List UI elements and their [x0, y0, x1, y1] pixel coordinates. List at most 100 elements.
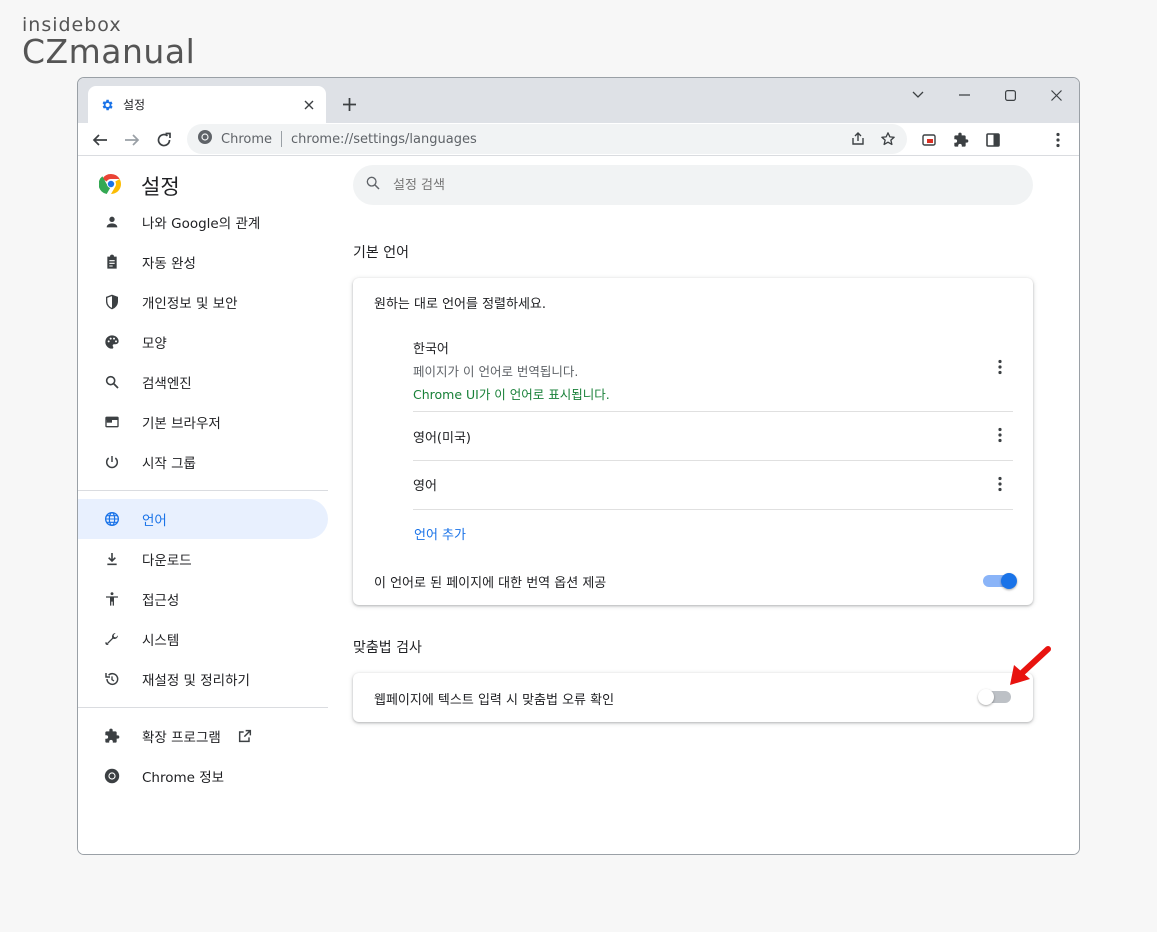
forward-icon[interactable]: [119, 127, 145, 153]
annotation-arrow-icon: [1010, 646, 1051, 685]
sidebar-item-label: 검색엔진: [142, 376, 192, 392]
settings-title: 설정: [141, 175, 180, 199]
sidebar-item-label: 접근성: [142, 593, 180, 609]
language-ui-note: Chrome UI가 이 언어로 표시됩니다.: [413, 387, 610, 402]
sidebar-divider: [78, 490, 328, 491]
settings-header: 설정: [98, 171, 180, 201]
browser-icon: [102, 412, 122, 432]
more-vert-icon[interactable]: [987, 354, 1013, 380]
sidebar-item-privacy[interactable]: 개인정보 및 보안: [78, 282, 328, 322]
palette-icon: [102, 332, 122, 352]
sidebar-item-languages[interactable]: 언어: [78, 499, 328, 539]
omnibox-url[interactable]: chrome://settings/languages: [291, 132, 477, 147]
puzzle-icon: [102, 726, 122, 746]
omnibox-site-label: Chrome: [221, 131, 272, 147]
tab-title: 설정: [123, 98, 146, 112]
restore-icon: [102, 669, 122, 689]
sidebar-item-label: 재설정 및 정리하기: [142, 673, 250, 689]
settings-sidebar-nav: 나와 Google의 관계 자동 완성 개인정보 및 보안 모양 검색엔진 기본…: [78, 202, 328, 796]
accessibility-icon: [102, 589, 122, 609]
row-divider: [413, 460, 1013, 461]
language-translate-note: 페이지가 이 언어로 번역됩니다.: [413, 364, 579, 379]
sidebar-item-label: 모양: [142, 336, 167, 352]
row-divider: [413, 411, 1013, 412]
sidebar-item-search-engine[interactable]: 검색엔진: [78, 362, 328, 402]
chrome-site-icon: [197, 129, 213, 149]
languages-description: 원하는 대로 언어를 정렬하세요.: [374, 297, 547, 312]
sidebar-divider: [78, 707, 328, 708]
search-icon: [102, 372, 122, 392]
more-vert-icon[interactable]: [987, 422, 1013, 448]
close-window-icon[interactable]: [1033, 81, 1079, 109]
sidebar-item-default-browser[interactable]: 기본 브라우저: [78, 402, 328, 442]
row-divider: [413, 509, 1013, 510]
sidebar-item-about-chrome[interactable]: Chrome 정보: [78, 756, 328, 796]
sidebar-item-label: 자동 완성: [142, 256, 196, 272]
reload-icon[interactable]: [151, 127, 177, 153]
sidebar-item-label: 나와 Google의 관계: [142, 216, 261, 232]
translate-offer-toggle[interactable]: [983, 573, 1017, 589]
kebab-menu-icon[interactable]: [1045, 127, 1071, 153]
add-language-button[interactable]: 언어 추가: [414, 524, 466, 543]
download-icon: [102, 549, 122, 569]
language-name: 한국어: [413, 342, 449, 357]
watermark-bottom-text: CZmanual: [22, 32, 196, 71]
tab-settings[interactable]: 설정: [88, 86, 326, 123]
tab-search-icon[interactable]: [895, 81, 941, 109]
chrome-icon: [102, 766, 122, 786]
maximize-icon[interactable]: [987, 81, 1033, 109]
extensions-puzzle-icon[interactable]: [948, 127, 974, 153]
back-icon[interactable]: [87, 127, 113, 153]
settings-page: 설정 나와 Google의 관계 자동 완성 개인정보 및 보안 모양 검색엔진: [78, 157, 1079, 854]
person-icon: [102, 212, 122, 232]
browser-toolbar: Chrome chrome://settings/languages: [78, 123, 1079, 156]
language-name: 영어(미국): [413, 431, 471, 446]
sidebar-item-reset[interactable]: 재설정 및 정리하기: [78, 659, 328, 699]
languages-card: 원하는 대로 언어를 정렬하세요. 한국어 페이지가 이 언어로 번역됩니다. …: [353, 278, 1033, 605]
sidebar-item-downloads[interactable]: 다운로드: [78, 539, 328, 579]
globe-icon: [102, 509, 122, 529]
language-name: 영어: [413, 479, 437, 494]
minimize-icon[interactable]: [941, 81, 987, 109]
share-icon[interactable]: [845, 126, 871, 152]
more-vert-icon[interactable]: [987, 471, 1013, 497]
sidebar-item-extensions[interactable]: 확장 프로그램: [78, 716, 328, 756]
omnibox-divider: [281, 131, 282, 147]
bookmark-star-icon[interactable]: [875, 126, 901, 152]
sidebar-item-you-and-google[interactable]: 나와 Google의 관계: [78, 202, 328, 242]
media-router-icon[interactable]: [916, 127, 942, 153]
sidebar-item-label: 시스템: [142, 633, 180, 649]
languages-section-title: 기본 언어: [353, 245, 409, 261]
power-icon: [102, 452, 122, 472]
sidebar-item-appearance[interactable]: 모양: [78, 322, 328, 362]
language-item-english: 영어: [413, 475, 1013, 494]
clipboard-icon: [102, 252, 122, 272]
side-panel-icon[interactable]: [980, 127, 1006, 153]
sidebar-item-label: 확장 프로그램: [142, 730, 221, 746]
spellcheck-card: 웹페이지에 텍스트 입력 시 맞춤법 오류 확인: [353, 673, 1033, 722]
new-tab-icon[interactable]: [336, 91, 362, 117]
sidebar-item-label: 기본 브라우저: [142, 416, 221, 432]
language-item-korean: 한국어 페이지가 이 언어로 번역됩니다. Chrome UI가 이 언어로 표…: [413, 338, 1013, 403]
chrome-logo-icon: [98, 172, 123, 200]
omnibox[interactable]: Chrome chrome://settings/languages: [187, 124, 907, 154]
wrench-icon: [102, 629, 122, 649]
language-item-english-us: 영어(미국): [413, 427, 1013, 446]
settings-search[interactable]: [353, 165, 1033, 205]
toggle-knob: [1001, 573, 1017, 589]
sidebar-item-autofill[interactable]: 자동 완성: [78, 242, 328, 282]
translate-offer-label: 이 언어로 된 페이지에 대한 번역 옵션 제공: [374, 576, 607, 591]
tab-strip: 설정: [78, 78, 1079, 123]
shield-icon: [102, 292, 122, 312]
sidebar-item-label: 언어: [142, 513, 167, 529]
sidebar-item-accessibility[interactable]: 접근성: [78, 579, 328, 619]
gear-icon: [99, 97, 115, 113]
spellcheck-section-title: 맞춤법 검사: [353, 640, 422, 656]
search-input[interactable]: [393, 177, 893, 193]
sidebar-item-label: 다운로드: [142, 553, 192, 569]
close-tab-icon[interactable]: [299, 95, 319, 115]
sidebar-item-on-startup[interactable]: 시작 그룹: [78, 442, 328, 482]
sidebar-item-label: Chrome 정보: [142, 770, 225, 786]
watermark-logo: insidebox CZmanual: [22, 14, 195, 71]
sidebar-item-system[interactable]: 시스템: [78, 619, 328, 659]
